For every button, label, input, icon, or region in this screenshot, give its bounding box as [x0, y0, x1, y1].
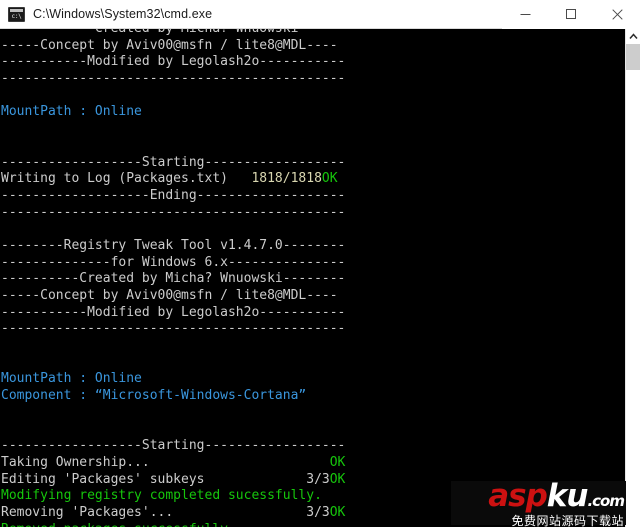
console-line-segment: OK — [329, 471, 346, 487]
console-line: Editing 'Packages' subkeys 3/3OK — [1, 472, 625, 489]
console-line-segment: ----------Created by Micha? Wnuowski----… — [1, 271, 346, 287]
console-line-segment: -----------Modified by Legolash2o-------… — [1, 304, 346, 320]
console-line: Modifying registry completed sucessfully… — [1, 488, 625, 505]
console-line: ------------------Starting--------------… — [1, 438, 625, 455]
console-line-segment: -----Concept by Aviv00@msfn / lite8@MDL-… — [1, 37, 338, 53]
console-line-segment: Editing 'Packages' subkeys — [1, 471, 307, 487]
console-line-segment: Writing to Log (Packages.txt) — [1, 171, 252, 187]
close-button[interactable] — [594, 0, 640, 29]
console-line-segment: Removing 'Packages'... — [1, 504, 307, 520]
console-line: ----------Created by Micha? Wnuowski----… — [1, 271, 625, 288]
console-line: ------------Created by Micha? Wnuowski--… — [1, 29, 625, 38]
console-line: Writing to Log (Packages.txt) 1818/1818O… — [1, 171, 625, 188]
maximize-icon — [565, 8, 576, 19]
console-line-segment: OK — [329, 504, 346, 520]
console-line-segment: ----------------------------------------… — [1, 204, 346, 220]
console-line-segment: Removed packages successfully. — [1, 522, 236, 527]
console-line: Removed packages successfully. — [1, 522, 625, 527]
maximize-button[interactable] — [548, 0, 594, 29]
console-line-segment: OK — [321, 171, 338, 187]
close-icon — [611, 8, 623, 20]
console-line: --------------for Windows 6.x-----------… — [1, 255, 625, 272]
minimize-icon — [520, 13, 530, 15]
cmd-console-icon: c:\ — [8, 6, 25, 22]
console-line-segment: Taking Ownership... — [1, 454, 330, 470]
console-line: -----------Modified by Legolash2o-------… — [1, 54, 625, 71]
console-line: ----------------------------------------… — [1, 71, 625, 88]
window-title: C:\Windows\System32\cmd.exe — [33, 7, 213, 21]
console-line-segment: --------Registry Tweak Tool v1.4.7.0----… — [1, 237, 346, 253]
console-line-segment: Modifying registry completed sucessfully… — [1, 488, 322, 504]
console-line: Removing 'Packages'... 3/3OK — [1, 505, 625, 522]
console-line-segment: MountPath : Online — [1, 371, 142, 387]
console-line-segment: Component : “Microsoft-Windows-Cortana” — [1, 388, 307, 404]
console-line-segment: -----Concept by Aviv00@msfn / lite8@MDL-… — [1, 288, 338, 303]
window-titlebar[interactable]: c:\ C:\Windows\System32\cmd.exe — [0, 0, 640, 29]
cmd-icon-glyph: c:\ — [11, 12, 22, 20]
chevron-up-icon — [629, 33, 638, 39]
console-line-segment: --------------for Windows 6.x-----------… — [1, 254, 346, 270]
console-line-segment: 1818/1818 — [251, 171, 322, 187]
console-scrollbar[interactable] — [625, 29, 640, 527]
console-line-segment: ------------------Starting--------------… — [1, 154, 346, 170]
console-line: -----------Modified by Legolash2o-------… — [1, 305, 625, 322]
console-line-segment: -------------------Ending---------------… — [1, 187, 346, 203]
scrollbar-thumb[interactable] — [626, 44, 640, 70]
console-line-segment: OK — [329, 454, 346, 470]
console-line: -------------------Ending---------------… — [1, 188, 625, 205]
console-line: ----------------------------------------… — [1, 321, 625, 338]
console-output[interactable]: ------------Created by Micha? Wnuowski--… — [0, 29, 625, 527]
console-line: ----------------------------------------… — [1, 205, 625, 222]
console-line: Component : “Microsoft-Windows-Cortana” — [1, 388, 625, 405]
console-line-segment: ------------Created by Micha? Wnuowski--… — [1, 29, 377, 36]
console-line-segment: ----------------------------------------… — [1, 71, 346, 87]
console-line: -----Concept by Aviv00@msfn / lite8@MDL-… — [1, 288, 625, 305]
console-line-segment: ------------------Starting--------------… — [1, 438, 346, 454]
console-line: ------------------Starting--------------… — [1, 155, 625, 172]
minimize-button[interactable] — [502, 0, 548, 29]
console-line: MountPath : Online — [1, 371, 625, 388]
console-line-segment: -----------Modified by Legolash2o-------… — [1, 54, 346, 70]
console-line-segment: MountPath : Online — [1, 104, 142, 120]
console-line: --------Registry Tweak Tool v1.4.7.0----… — [1, 238, 625, 255]
console-line-segment: 3/3 — [306, 471, 330, 487]
console-line: Taking Ownership... OK — [1, 455, 625, 472]
scroll-up-button[interactable] — [626, 29, 640, 44]
window-caption-buttons — [502, 0, 640, 29]
scrollbar-track[interactable] — [626, 70, 640, 527]
console-line-segment: 3/3 — [306, 504, 330, 520]
console-line: MountPath : Online — [1, 104, 625, 121]
console-line: -----Concept by Aviv00@msfn / lite8@MDL-… — [1, 38, 625, 55]
cmd-window: c:\ C:\Windows\System32\cmd.exe -----Con… — [0, 0, 640, 527]
console-line-segment: ----------------------------------------… — [1, 321, 346, 337]
